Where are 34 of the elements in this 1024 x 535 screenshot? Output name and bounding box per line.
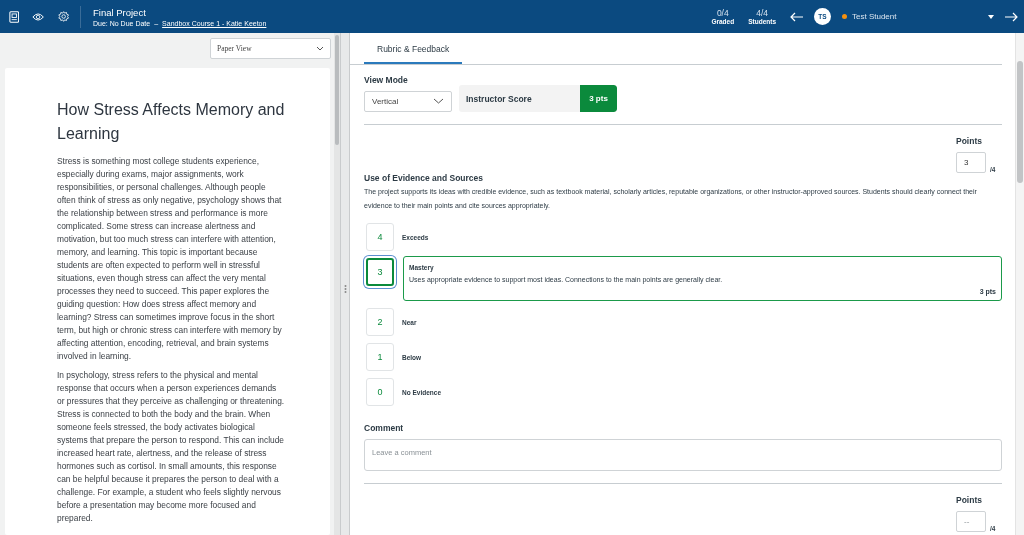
rating-score[interactable]: 3 [366,258,394,286]
paper-title: How Stress Affects Memory and Learning [57,100,286,144]
document-icon[interactable] [9,9,20,24]
rating-score[interactable]: 1 [366,343,394,371]
paragraph: In psychology, stress refers to the physical and mental response that occurs when a person experiences demands or pressures that they perceive as challenging or threatening. Stress is connected to both the body and the brain. When someone feels stressed, the body activates biological systems that prepare the person to respond. This can include increased heart rate, alertness, and the release of stress hormones such as cortisol. In small amounts, this response can be helpful because it prepares the person to deal with a challenge. For example, a student who feels slightly nervous before a presentation may become more focused and prepared. [57,369,286,525]
instructor-score-label: Instructor Score [465,92,533,106]
previous-arrow-icon[interactable] [790,11,804,22]
points-input[interactable]: 3 [956,152,986,173]
comment-label: Comment [364,423,405,433]
score-badge: 3 pts [580,85,617,112]
chevron-icon [316,46,324,51]
paragraph: Stress is something most college students experience, especially during exams, major assignments, work responsibilities, or personal challenges. Although people often think of stress as only negative, psychology shows that the relationship between stress and performance is more complicated. Some stress can increase alertness and motivation, but too much stress can interfere with attention, memory, and learning. This topic is important because students are often expected to perform well in stressful situations, even though stress can affect the very mental processes they need to succeed. This paper explores the guiding question: How does stress affect memory and learning? Stress can sometimes improve focus in the short term, but high or chronic stress can interfere with memory by affecting attention, encoding, retrieval, and brain systems involved in learning. [57,155,283,363]
eye-icon[interactable] [32,11,45,22]
criterion-title: Use of Evidence and Sources [364,173,485,183]
view-mode-label: View Mode [364,75,409,85]
rating-score[interactable]: 0 [366,378,394,406]
scrollbar-thumb[interactable] [1017,61,1023,183]
points-label: Points [956,136,982,146]
tab[interactable]: Rubric & Feedback [364,40,463,64]
scrollbar-thumb[interactable] [335,35,339,145]
points-label: Points [956,495,982,505]
rating-score[interactable]: 2 [366,308,394,336]
students-count: 4/4 [756,8,768,18]
caret-icon[interactable] [988,14,994,19]
rating-score[interactable]: 4 [366,223,394,251]
chevron-icon [433,98,444,104]
settings-icon[interactable] [57,10,69,23]
points-input[interactable]: -- [956,511,986,532]
next-arrow-icon[interactable] [1004,11,1018,22]
student-name[interactable]: Test Student [852,12,897,21]
assignment-title: Final Project [93,6,147,18]
view-mode-dropdown[interactable]: Vertical [364,90,452,112]
drag-handle-icon[interactable] [343,284,347,294]
graded-count: 0/4 [716,8,729,18]
